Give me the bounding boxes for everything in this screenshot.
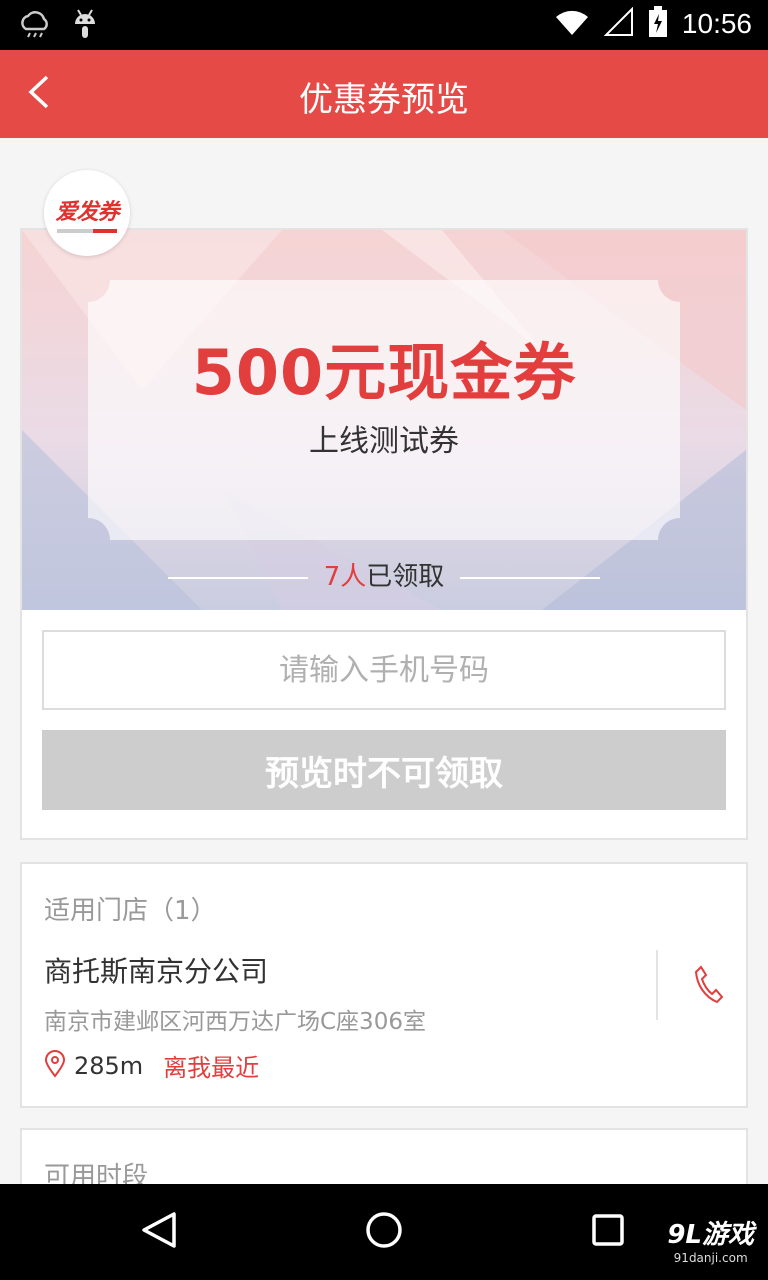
status-bar: 10:56: [0, 0, 768, 50]
phone-input[interactable]: [42, 630, 726, 710]
battery-icon: [648, 6, 668, 42]
clock: 10:56: [681, 8, 752, 39]
store-section-title: 适用门店（1）: [44, 896, 217, 926]
android-icon: [72, 8, 98, 44]
coupon-card: 500元现金券 上线测试券 7人已领取 预览时不可领取: [20, 228, 748, 840]
wifi-icon: [554, 7, 590, 41]
hours-section-title: 可用时段: [44, 1162, 149, 1184]
watermark-main: 9L游戏: [667, 1220, 754, 1250]
store-distance: 285m: [74, 1051, 144, 1080]
nav-recents-button[interactable]: [578, 1204, 638, 1260]
call-store-button[interactable]: [678, 956, 738, 1016]
content-scroll[interactable]: 爱发券 500元现金券 上线测试券 7人已领取 请输入手机号码 预览时不可领取 …: [0, 138, 768, 1184]
location-pin-icon: [44, 1049, 66, 1082]
coupon-banner: 500元现金券 上线测试券 7人已领取: [22, 230, 746, 610]
square-recents-icon: [588, 1210, 628, 1254]
claim-button[interactable]: 预览时不可领取: [42, 730, 726, 810]
app-header: 优惠券预览: [0, 50, 768, 138]
watermark-sub: 91danji.com: [673, 1251, 748, 1265]
store-logo: 爱发券: [44, 170, 130, 256]
divider-left: [167, 576, 308, 579]
watermark: 9L游戏 91danji.com: [667, 1214, 754, 1265]
store-card: 适用门店（1） 商托斯南京分公司 南京市建邺区河西万达广场C座306室 285m…: [20, 862, 748, 1108]
nav-home-button[interactable]: [354, 1204, 414, 1260]
coupon-name: 上线测试券: [309, 424, 459, 459]
hours-card: 可用时段: [20, 1128, 748, 1184]
claimed-count: 7人: [323, 562, 367, 592]
triangle-back-icon: [140, 1210, 180, 1254]
page-title: 优惠券预览: [299, 80, 469, 120]
nearest-tag: 离我最近: [163, 1054, 260, 1082]
logo-text: 爱发券: [55, 199, 119, 225]
coupon-amount: 500元现金券: [191, 336, 577, 409]
vertical-divider: [656, 950, 658, 1020]
circle-home-icon: [364, 1210, 404, 1254]
divider-right: [460, 576, 601, 579]
phone-icon: [693, 964, 724, 1008]
store-address: 南京市建邺区河西万达广场C座306室: [44, 1009, 426, 1035]
system-nav-bar: 9L游戏 91danji.com: [0, 1184, 768, 1280]
store-name[interactable]: 商托斯南京分公司: [44, 950, 268, 990]
distance-row: 285m 离我最近: [44, 1048, 259, 1083]
claimed-count-row: 7人已领取: [22, 556, 746, 593]
weather-icon: [18, 9, 52, 43]
claimed-suffix: 已领取: [366, 562, 445, 592]
signal-icon: [603, 6, 634, 41]
logo-stripe: [57, 228, 117, 233]
nav-back-button[interactable]: [130, 1204, 190, 1260]
